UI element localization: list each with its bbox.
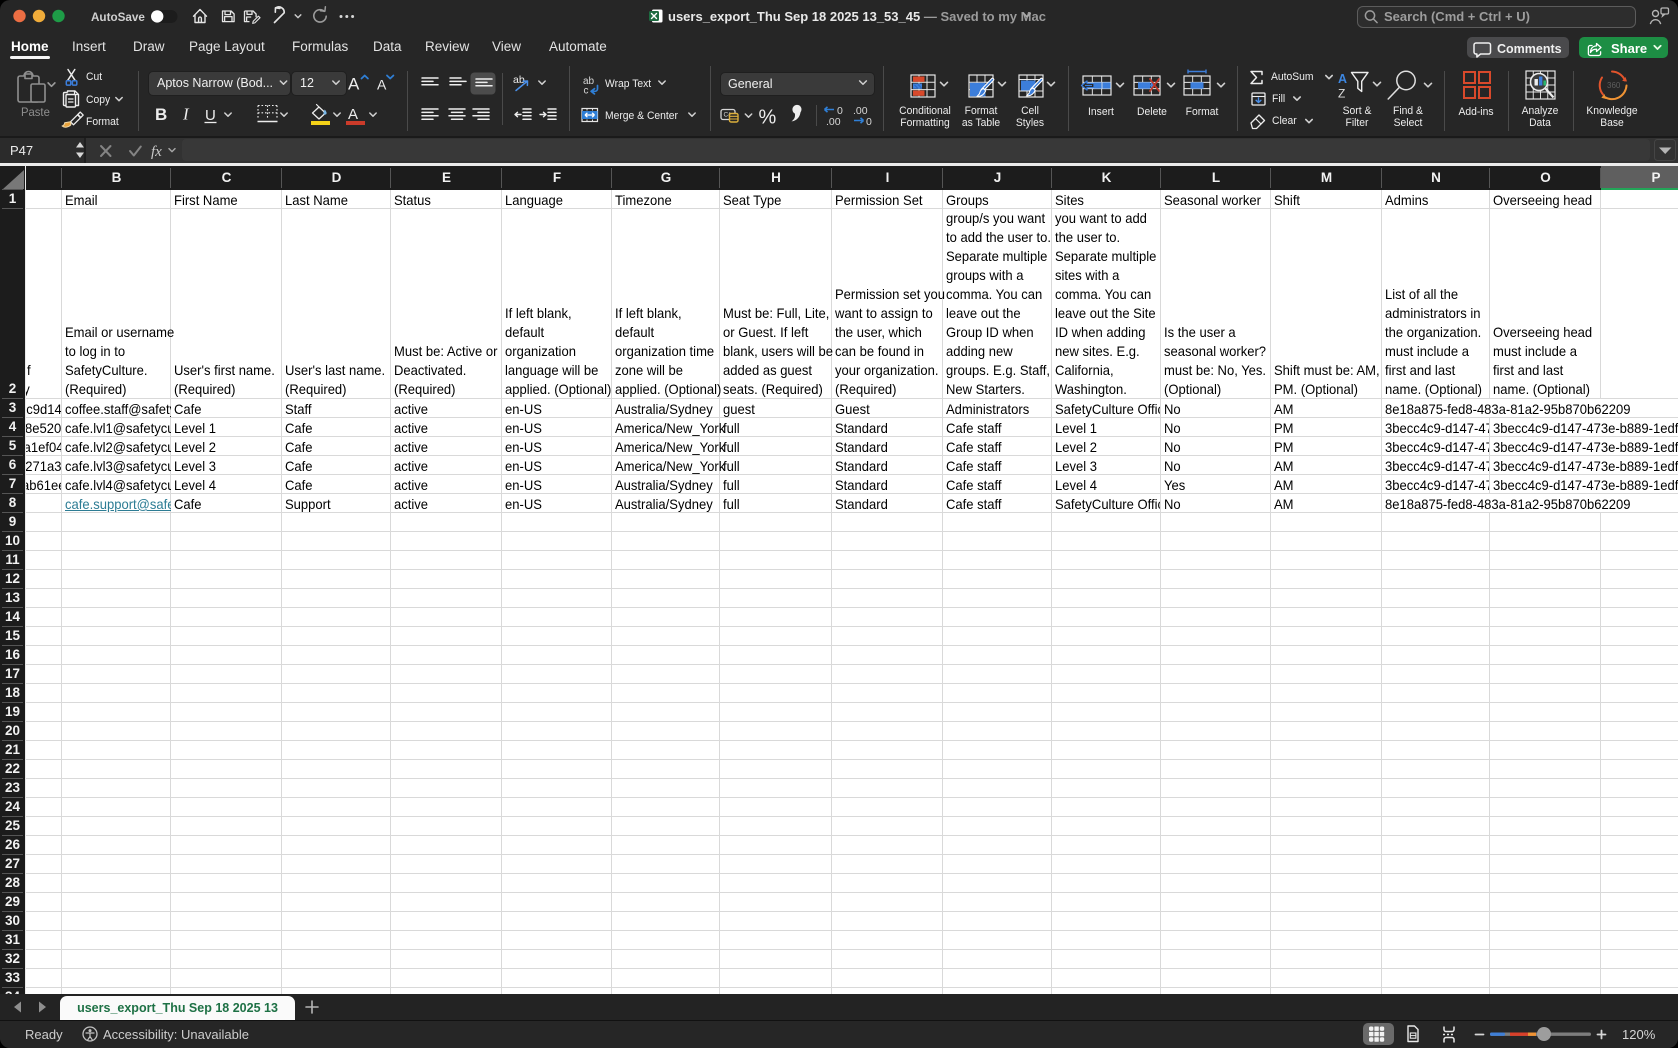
svg-text:A: A (348, 75, 360, 94)
svg-text:.00: .00 (826, 116, 841, 128)
svg-text:Z: Z (1338, 87, 1345, 101)
svg-text:0: 0 (837, 105, 843, 117)
svg-text:.00: .00 (853, 105, 868, 117)
svg-text:ab: ab (583, 76, 595, 87)
svg-text:C(: C( (724, 112, 732, 119)
svg-text:%: % (759, 107, 777, 129)
svg-text:A: A (348, 106, 358, 123)
svg-text:360: 360 (1607, 81, 1621, 90)
svg-text:0: 0 (866, 116, 872, 128)
svg-text:A: A (1338, 72, 1347, 86)
svg-text:B: B (155, 105, 167, 124)
svg-text:c: c (584, 86, 589, 97)
svg-text:A: A (377, 77, 387, 93)
svg-text:U: U (205, 107, 216, 124)
svg-text:I: I (182, 105, 190, 124)
svg-text:ab: ab (513, 74, 525, 86)
